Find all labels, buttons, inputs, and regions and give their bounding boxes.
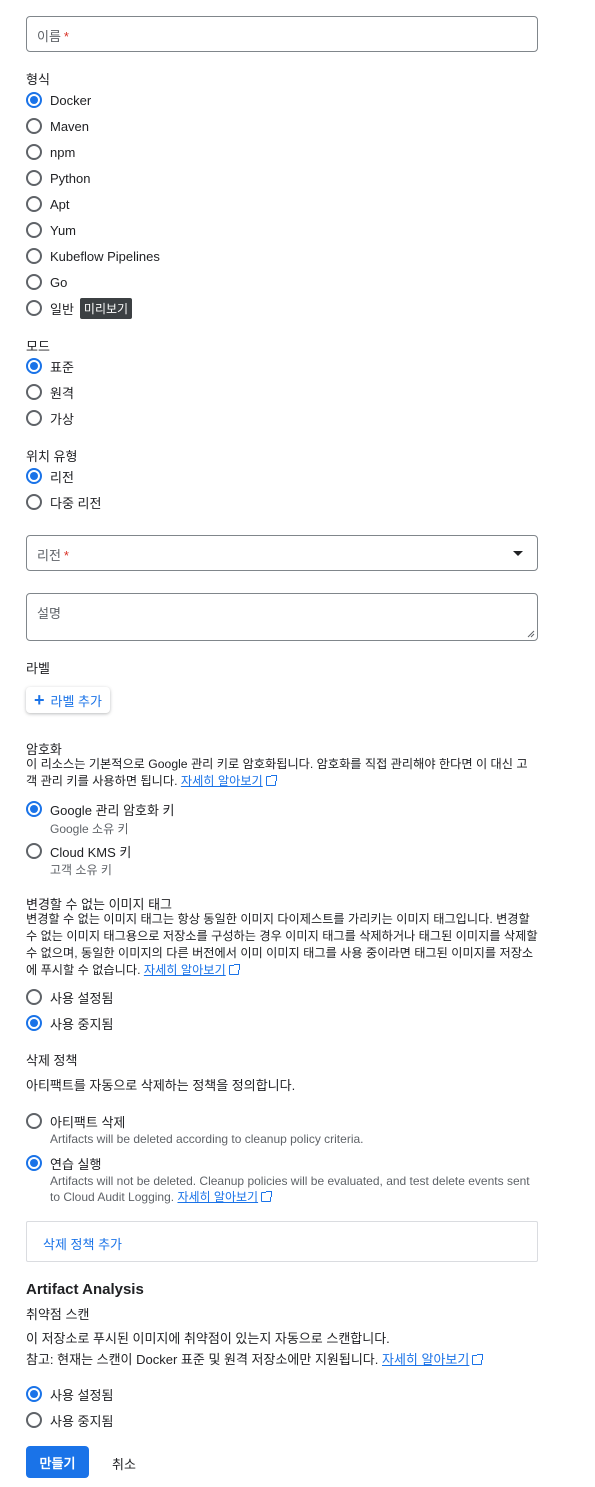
format-option-docker[interactable]: Docker bbox=[26, 90, 91, 110]
radio-selected-icon bbox=[26, 358, 42, 374]
region-placeholder: 리전 * bbox=[37, 548, 69, 563]
immutable-learn-more-link[interactable]: 자세히 알아보기 bbox=[144, 963, 226, 977]
radio-selected-icon bbox=[26, 92, 42, 108]
cleanup-description: 아티팩트를 자동으로 삭제하는 정책을 정의합니다. bbox=[26, 1078, 296, 1093]
radio-icon bbox=[26, 494, 42, 510]
radio-icon bbox=[26, 222, 42, 238]
format-option-kubeflow[interactable]: Kubeflow Pipelines bbox=[26, 246, 160, 266]
radio-icon bbox=[26, 196, 42, 212]
location-option-multi-region[interactable]: 다중 리전 bbox=[26, 492, 101, 512]
immutable-option-enabled[interactable]: 사용 설정됨 bbox=[26, 987, 113, 1007]
radio-icon bbox=[26, 1113, 42, 1129]
external-link-icon bbox=[228, 964, 240, 975]
encryption-option-kms-sub: 고객 소유 키 bbox=[50, 863, 112, 877]
format-option-generic[interactable]: 일반 미리보기 bbox=[26, 297, 133, 319]
encryption-learn-more-link[interactable]: 자세히 알아보기 bbox=[181, 774, 263, 788]
cleanup-learn-more-link[interactable]: 자세히 알아보기 bbox=[177, 1190, 258, 1204]
scan-option-disabled[interactable]: 사용 중지됨 bbox=[26, 1410, 113, 1430]
encryption-option-google-sub: Google 소유 키 bbox=[50, 822, 129, 836]
dropdown-arrow-icon bbox=[513, 551, 523, 556]
format-option-apt[interactable]: Apt bbox=[26, 194, 70, 214]
radio-icon bbox=[26, 384, 42, 400]
vulnerability-scan-note: 참고: 현재는 스캔이 Docker 표준 및 원격 저장소에만 지원됩니다. … bbox=[26, 1349, 484, 1368]
format-title: 형식 bbox=[26, 72, 50, 87]
add-cleanup-policy-button[interactable]: 삭제 정책 추가 bbox=[43, 1234, 122, 1253]
create-button[interactable]: 만들기 bbox=[26, 1446, 89, 1478]
radio-icon bbox=[26, 274, 42, 290]
format-option-maven[interactable]: Maven bbox=[26, 116, 89, 136]
radio-icon bbox=[26, 144, 42, 160]
cleanup-title: 삭제 정책 bbox=[26, 1053, 78, 1068]
external-link-icon bbox=[472, 1354, 484, 1365]
description-textarea[interactable]: 설명 bbox=[26, 593, 538, 641]
add-label-button[interactable]: + 라벨 추가 bbox=[26, 687, 110, 713]
immutable-tags-description: 변경할 수 없는 이미지 태그는 항상 동일한 이미지 다이제스트를 가리키는 … bbox=[26, 912, 538, 977]
radio-icon bbox=[26, 118, 42, 134]
vulnerability-scan-title: 취약점 스캔 bbox=[26, 1307, 90, 1322]
radio-selected-icon bbox=[26, 1015, 42, 1031]
vulnerability-scan-description: 이 저장소로 푸시된 이미지에 취약점이 있는지 자동으로 스캔합니다. bbox=[26, 1331, 390, 1346]
external-link-icon bbox=[261, 1191, 273, 1202]
cleanup-option-delete[interactable]: 아티팩트 삭제 bbox=[26, 1111, 125, 1131]
radio-selected-icon bbox=[26, 468, 42, 484]
cancel-button[interactable]: 취소 bbox=[112, 1454, 136, 1473]
cleanup-option-delete-sub: Artifacts will be deleted according to c… bbox=[50, 1132, 364, 1146]
radio-icon bbox=[26, 300, 42, 316]
radio-icon bbox=[26, 410, 42, 426]
radio-selected-icon bbox=[26, 1155, 42, 1171]
preview-badge: 미리보기 bbox=[79, 297, 133, 319]
location-type-title: 위치 유형 bbox=[26, 449, 78, 464]
external-link-icon bbox=[265, 775, 277, 786]
mode-option-standard[interactable]: 표준 bbox=[26, 356, 74, 376]
name-placeholder: 이름 * bbox=[37, 29, 69, 44]
plus-icon: + bbox=[34, 690, 45, 710]
format-option-yum[interactable]: Yum bbox=[26, 220, 76, 240]
artifact-analysis-title: Artifact Analysis bbox=[26, 1281, 144, 1298]
cleanup-option-dry-run-sub: Artifacts will not be deleted. Cleanup p… bbox=[50, 1174, 530, 1204]
format-option-go[interactable]: Go bbox=[26, 272, 67, 292]
radio-icon bbox=[26, 989, 42, 1005]
encryption-option-kms[interactable]: Cloud KMS 키 bbox=[26, 841, 131, 861]
immutable-option-disabled[interactable]: 사용 중지됨 bbox=[26, 1013, 113, 1033]
description-placeholder: 설명 bbox=[37, 606, 61, 621]
encryption-option-google[interactable]: Google 관리 암호화 키 bbox=[26, 799, 175, 819]
radio-selected-icon bbox=[26, 1386, 42, 1402]
labels-title: 라벨 bbox=[26, 661, 50, 676]
add-cleanup-policy-box[interactable]: 삭제 정책 추가 bbox=[26, 1221, 538, 1262]
radio-icon bbox=[26, 1412, 42, 1428]
encryption-description: 이 리소스는 기본적으로 Google 관리 키로 암호화됩니다. 암호화를 직… bbox=[26, 757, 528, 788]
mode-title: 모드 bbox=[26, 339, 50, 354]
region-select[interactable]: 리전 * bbox=[26, 535, 538, 571]
scan-learn-more-link[interactable]: 자세히 알아보기 bbox=[382, 1352, 469, 1367]
radio-icon bbox=[26, 843, 42, 859]
name-field[interactable]: 이름 * bbox=[26, 16, 538, 52]
mode-option-virtual[interactable]: 가상 bbox=[26, 408, 74, 428]
radio-icon bbox=[26, 248, 42, 264]
radio-icon bbox=[26, 170, 42, 186]
cleanup-option-dry-run[interactable]: 연습 실행 bbox=[26, 1153, 101, 1173]
format-option-npm[interactable]: npm bbox=[26, 142, 75, 162]
location-option-region[interactable]: 리전 bbox=[26, 466, 74, 486]
resize-handle-icon[interactable] bbox=[527, 630, 535, 638]
format-option-python[interactable]: Python bbox=[26, 168, 90, 188]
scan-option-enabled[interactable]: 사용 설정됨 bbox=[26, 1384, 113, 1404]
mode-option-remote[interactable]: 원격 bbox=[26, 382, 74, 402]
radio-selected-icon bbox=[26, 801, 42, 817]
